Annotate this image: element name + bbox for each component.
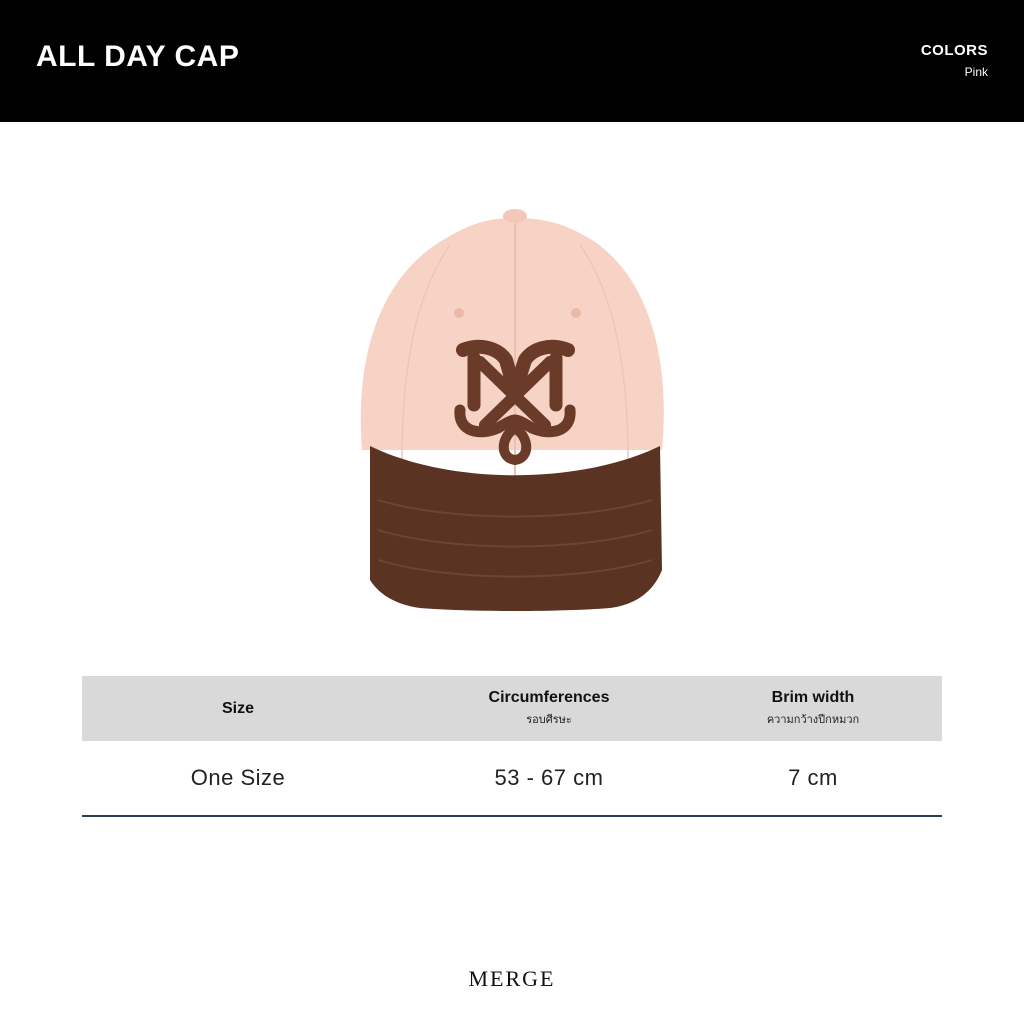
header-bar: ALL DAY CAP COLORS Pink [0,0,1024,122]
cap-eyelet [571,308,581,318]
table-header-row: Size Circumferences รอบศีรษะ Brim width … [82,676,942,741]
product-size-chart: ALL DAY CAP COLORS Pink Size Circumferen… [0,0,1024,1024]
colors-value: Pink [964,65,988,79]
header-brim-width: Brim width ความกว้างปีกหมวก [684,689,942,728]
cell-brim-width: 7 cm [788,765,838,790]
cell-size: One Size [190,765,286,790]
header-circumferences-label: Circumferences [488,689,610,706]
header-circumferences: Circumferences รอบศีรษะ [414,689,684,728]
product-title: ALL DAY CAP [36,40,240,73]
header-brim-width-sublabel: ความกว้างปีกหมวก [766,714,860,726]
header-brim-width-label: Brim width [771,689,855,706]
header-circumferences-sublabel: รอบศีรษะ [526,714,572,726]
header-size: Size [82,700,394,718]
cap-eyelet [454,308,464,318]
cap-button [503,209,527,223]
header-size-label: Size [221,699,254,717]
colors-label: COLORS [920,42,988,59]
size-table: Size Circumferences รอบศีรษะ Brim width … [82,676,942,817]
cell-circumference: 53 - 67 cm [494,765,604,790]
brand-logo: MERGE [468,966,556,991]
colors-block: COLORS Pink [921,42,988,79]
table-row: One Size 53 - 67 cm 7 cm [82,741,942,817]
cap-image [360,209,664,611]
